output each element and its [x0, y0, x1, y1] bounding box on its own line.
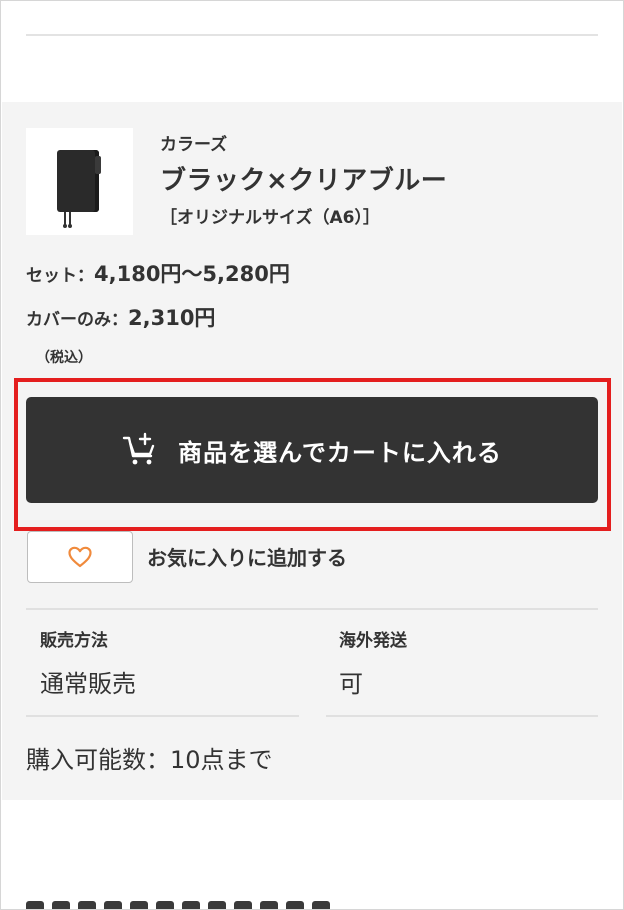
cover-tab: [95, 156, 101, 174]
series-label: カラーズ: [160, 135, 228, 155]
cover-price-label: カバーのみ：: [26, 310, 128, 330]
purchase-limit: 購入可能数：10点まで: [26, 746, 273, 774]
heart-icon: [68, 546, 92, 568]
overseas-shipping-label: 海外発送: [339, 631, 407, 651]
previous-section-cutoff: [28, 0, 598, 8]
sales-method-value: 通常販売: [40, 670, 136, 698]
set-price-label: セット：: [26, 266, 94, 286]
add-favorite-label[interactable]: お気に入りに追加する: [147, 542, 347, 571]
set-price-value: 4,180円〜5,280円: [94, 262, 290, 286]
overseas-shipping-value: 可: [339, 670, 363, 698]
tax-note: （税込）: [36, 350, 92, 366]
info-divider-left: [26, 715, 299, 717]
set-price: セット：4,180円〜5,280円: [26, 258, 290, 288]
cover-price-value: 2,310円: [128, 306, 216, 330]
info-divider-right: [326, 715, 598, 717]
notebook-cover-image: [57, 150, 99, 212]
highlight-box: [14, 378, 611, 531]
info-divider: [26, 608, 598, 610]
sales-method-label: 販売方法: [40, 631, 108, 651]
top-divider: [26, 34, 598, 36]
add-favorite-button[interactable]: [27, 531, 133, 583]
next-section-heading-cutoff: [26, 898, 356, 910]
product-thumbnail[interactable]: [26, 128, 133, 235]
product-name: ブラック×クリアブルー: [160, 166, 448, 196]
product-size: ［オリジナルサイズ（A6）］: [160, 208, 380, 228]
cover-price: カバーのみ：2,310円: [26, 302, 215, 332]
